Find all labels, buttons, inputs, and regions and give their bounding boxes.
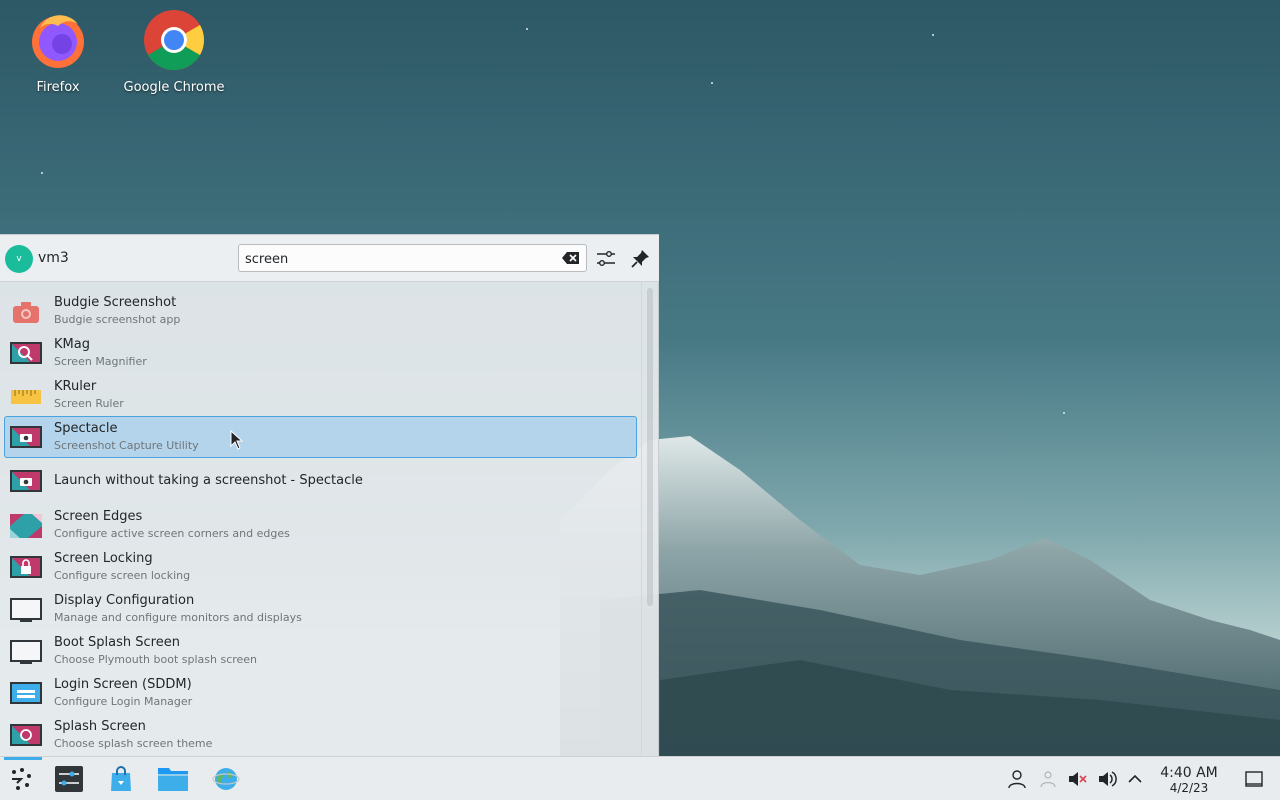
result-item[interactable]: Screen Edges Configure active screen cor… <box>4 504 637 546</box>
result-subtitle: Configure Login Manager <box>54 695 193 708</box>
clock-date[interactable]: 4/2/23 <box>1150 781 1228 795</box>
taskbar: 4:40 AM 4/2/23 <box>0 756 1280 800</box>
taskbar-file-manager[interactable] <box>156 763 190 795</box>
launcher-header: v vm3 <box>0 235 659 282</box>
result-title: Screen Locking <box>54 551 153 566</box>
desktop-icon-google-chrome[interactable]: Google Chrome <box>119 8 229 95</box>
display-icon <box>10 598 42 622</box>
ruler-icon <box>11 390 41 404</box>
globe-icon <box>212 768 240 790</box>
folder-icon <box>158 768 188 791</box>
result-subtitle: Budgie screenshot app <box>54 313 181 326</box>
result-subtitle: Screenshot Capture Utility <box>54 439 199 452</box>
search-input[interactable] <box>245 249 545 269</box>
camera-icon <box>13 302 39 323</box>
clock-time[interactable]: 4:40 AM <box>1150 765 1228 781</box>
result-item[interactable]: KMag Screen Magnifier <box>4 332 637 374</box>
result-subtitle: Choose splash screen theme <box>54 737 213 750</box>
pin-icon[interactable] <box>628 247 652 271</box>
result-title: Launch without taking a screenshot - Spe… <box>54 473 363 488</box>
result-subtitle: Configure active screen corners and edge… <box>54 527 290 540</box>
screen-edges-icon <box>10 514 42 538</box>
system-settings-icon <box>55 766 83 792</box>
display-icon <box>10 640 42 664</box>
result-item[interactable]: Screen Locking Configure screen locking <box>4 546 637 588</box>
configure-icon[interactable] <box>594 247 618 271</box>
clear-search-icon[interactable] <box>562 251 580 265</box>
result-title: Splash Screen <box>54 719 146 734</box>
chrome-icon <box>144 10 205 71</box>
launcher-active-indicator <box>4 757 42 760</box>
mouse-cursor-icon <box>230 430 244 450</box>
launcher-divider <box>641 282 642 757</box>
result-title: Login Screen (SDDM) <box>54 677 192 692</box>
desktop-icon-label: Firefox <box>36 80 80 95</box>
result-title: Spectacle <box>54 421 118 436</box>
result-item[interactable]: Launch without taking a screenshot - Spe… <box>4 458 637 504</box>
spectacle-icon <box>10 470 42 492</box>
network-disconnected-icon[interactable] <box>1038 769 1058 789</box>
avatar[interactable]: v <box>5 245 33 273</box>
spectacle-icon <box>10 426 42 448</box>
application-launcher: v vm3 Bu <box>0 234 659 757</box>
login-screen-icon <box>10 682 42 704</box>
result-title: KRuler <box>54 379 97 394</box>
taskbar-browser[interactable] <box>209 763 243 795</box>
discover-store-icon <box>111 766 131 791</box>
result-item[interactable]: Budgie Screenshot Budgie screenshot app <box>4 290 637 332</box>
result-subtitle: Configure screen locking <box>54 569 191 582</box>
result-item-selected[interactable]: Spectacle Screenshot Capture Utility <box>4 416 637 458</box>
result-subtitle: Screen Magnifier <box>54 355 147 368</box>
result-title: KMag <box>54 337 90 352</box>
volume-icon[interactable] <box>1097 769 1117 789</box>
result-subtitle: Choose Plymouth boot splash screen <box>54 653 258 666</box>
result-title: Budgie Screenshot <box>54 295 177 310</box>
username: vm3 <box>38 250 69 266</box>
search-box[interactable] <box>238 244 587 272</box>
desktop-icon-label: Google Chrome <box>123 80 225 95</box>
splash-screen-icon <box>10 724 42 746</box>
result-title: Boot Splash Screen <box>54 635 180 650</box>
result-title: Screen Edges <box>54 509 143 524</box>
show-desktop-icon[interactable] <box>1244 769 1264 789</box>
result-subtitle: Manage and configure monitors and displa… <box>54 611 302 624</box>
user-switcher-icon[interactable] <box>1007 769 1027 789</box>
magnifier-icon <box>10 342 42 364</box>
lock-screen-icon <box>10 556 42 578</box>
chevron-up-icon[interactable] <box>1125 769 1145 789</box>
firefox-icon <box>32 15 84 68</box>
kde-launcher-icon <box>12 768 31 790</box>
audio-muted-icon[interactable] <box>1067 769 1087 789</box>
result-item[interactable]: Splash Screen Choose splash screen theme <box>4 714 637 756</box>
result-item[interactable]: Login Screen (SDDM) Configure Login Mana… <box>4 672 637 714</box>
result-subtitle: Screen Ruler <box>54 397 124 410</box>
taskbar-discover[interactable] <box>104 763 138 795</box>
result-item[interactable]: Display Configuration Manage and configu… <box>4 588 637 630</box>
application-launcher-button[interactable] <box>4 763 38 795</box>
desktop-icon-firefox[interactable]: Firefox <box>3 8 113 95</box>
result-item[interactable]: KRuler Screen Ruler <box>4 374 637 416</box>
taskbar-system-settings[interactable] <box>52 763 86 795</box>
result-title: Display Configuration <box>54 593 195 608</box>
result-item[interactable]: Boot Splash Screen Choose Plymouth boot … <box>4 630 637 672</box>
results-scrollbar[interactable] <box>647 288 653 606</box>
